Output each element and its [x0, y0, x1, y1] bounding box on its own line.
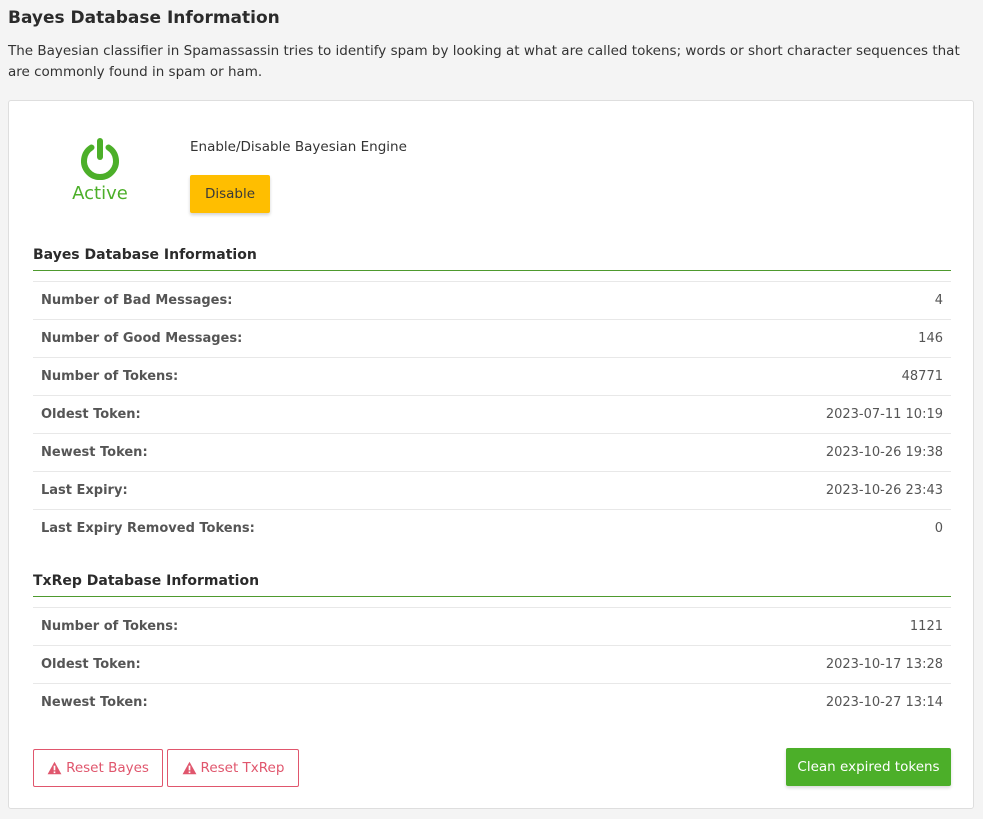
row-value: 48771: [901, 369, 943, 384]
page-description: The Bayesian classifier in Spamassassin …: [8, 43, 960, 80]
txrep-info-section: TxRep Database Information Number of Tok…: [33, 569, 951, 721]
reset-bayes-button[interactable]: Reset Bayes: [33, 749, 163, 787]
bayes-info-section: Bayes Database Information Number of Bad…: [33, 243, 951, 547]
disable-engine-button[interactable]: Disable: [190, 175, 270, 213]
table-row: Last Expiry Removed Tokens: 0: [33, 509, 951, 547]
table-row: Number of Tokens: 48771: [33, 357, 951, 395]
row-label: Oldest Token:: [41, 407, 141, 422]
table-row: Oldest Token: 2023-07-11 10:19: [33, 395, 951, 433]
row-label: Number of Good Messages:: [41, 331, 243, 346]
engine-status: Active: [59, 137, 141, 204]
clean-expired-tokens-button[interactable]: Clean expired tokens: [786, 748, 951, 786]
row-label: Number of Tokens:: [41, 619, 179, 634]
reset-txrep-button[interactable]: Reset TxRep: [167, 749, 299, 787]
table-row: Number of Good Messages: 146: [33, 319, 951, 357]
reset-txrep-label: Reset TxRep: [200, 760, 285, 776]
power-icon: [81, 138, 119, 180]
txrep-section-title: TxRep Database Information: [33, 569, 951, 597]
row-value: 1121: [909, 619, 943, 634]
row-label: Newest Token:: [41, 695, 148, 710]
table-row: Number of Tokens: 1121: [33, 607, 951, 645]
warning-icon: [47, 761, 62, 775]
txrep-info-table: Number of Tokens: 1121 Oldest Token: 2023-1…: [33, 607, 951, 721]
bayes-info-table: Number of Bad Messages: 4 Number of Good M…: [33, 281, 951, 547]
row-value: 2023-10-26 19:38: [825, 445, 943, 460]
row-value: 2023-10-17 13:28: [825, 657, 943, 672]
row-label: Number of Bad Messages:: [41, 293, 233, 308]
table-row: Oldest Token: 2023-10-17 13:28: [33, 645, 951, 683]
table-row: Last Expiry: 2023-10-26 23:43: [33, 471, 951, 509]
row-label: Last Expiry:: [41, 483, 128, 498]
row-label: Last Expiry Removed Tokens:: [41, 521, 255, 536]
bayes-card: Active Enable/Disable Bayesian Engine Di…: [8, 100, 974, 809]
warning-icon: [182, 761, 196, 775]
table-row: Newest Token: 2023-10-26 19:38: [33, 433, 951, 471]
row-value: 146: [918, 331, 943, 346]
row-value: 4: [934, 293, 943, 308]
row-label: Number of Tokens:: [41, 369, 179, 384]
engine-status-text: Active: [72, 183, 128, 204]
row-value: 2023-10-26 23:43: [825, 483, 943, 498]
row-label: Oldest Token:: [41, 657, 141, 672]
row-value: 0: [934, 521, 943, 536]
row-value: 2023-07-11 10:19: [825, 407, 943, 422]
table-row: Newest Token: 2023-10-27 13:14: [33, 683, 951, 721]
bayes-section-title: Bayes Database Information: [33, 243, 951, 271]
page-title: Bayes Database Information: [8, 8, 280, 28]
table-row: Number of Bad Messages: 4: [33, 281, 951, 319]
engine-toggle-label: Enable/Disable Bayesian Engine: [190, 139, 407, 155]
row-label: Newest Token:: [41, 445, 148, 460]
reset-bayes-label: Reset Bayes: [66, 760, 149, 776]
row-value: 2023-10-27 13:14: [825, 695, 943, 710]
